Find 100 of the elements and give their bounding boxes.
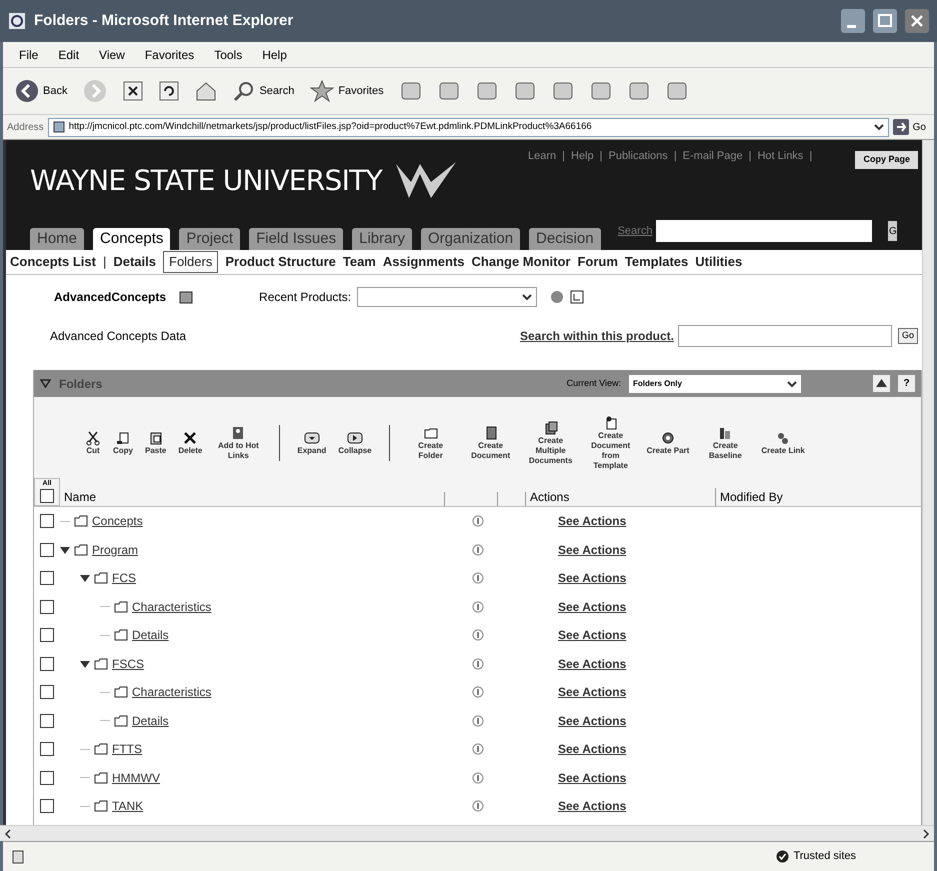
info-icon[interactable] (472, 658, 484, 670)
nav-tab[interactable]: Concepts (93, 228, 170, 250)
subnav-link[interactable]: Team (342, 252, 376, 272)
subnav-link[interactable]: Forum (577, 252, 618, 272)
current-view-dropdown[interactable]: Folders Only (629, 374, 801, 392)
menu-item[interactable]: Edit (58, 46, 80, 64)
row-checkbox[interactable] (40, 770, 54, 785)
see-actions-link[interactable]: See Actions (558, 712, 626, 730)
toolbar-button[interactable]: Create Multiple Documents (526, 420, 576, 466)
header-link[interactable]: Learn (528, 148, 556, 164)
row-checkbox[interactable] (40, 628, 54, 642)
folder-link[interactable]: Concepts (92, 512, 143, 530)
see-actions-link[interactable]: See Actions (558, 654, 626, 673)
row-checkbox[interactable] (40, 600, 54, 614)
subnav-link[interactable]: Assignments (382, 252, 465, 272)
menu-item[interactable]: File (19, 46, 38, 64)
row-checkbox[interactable] (40, 799, 54, 814)
see-actions-link[interactable]: See Actions (558, 768, 626, 787)
row-checkbox[interactable] (40, 542, 54, 557)
search-link[interactable]: Search (618, 222, 652, 240)
info-icon[interactable] (472, 600, 484, 613)
column-header[interactable]: Modified By (716, 488, 921, 506)
info-icon[interactable] (472, 572, 484, 584)
header-link[interactable]: E-mail Page (682, 148, 743, 164)
go-arrow-icon[interactable] (892, 119, 909, 135)
recent-products-dropdown[interactable] (357, 286, 538, 306)
subnav-link[interactable]: Templates (624, 252, 688, 272)
see-actions-link[interactable]: See Actions (558, 598, 626, 616)
folder-link[interactable]: Characteristics (132, 598, 212, 616)
info-icon[interactable] (472, 686, 484, 698)
back-button[interactable]: Back (43, 82, 68, 100)
folder-link[interactable]: FSCS (112, 654, 144, 673)
help-button[interactable]: ? (898, 375, 915, 392)
menu-item[interactable]: Tools (214, 46, 242, 64)
vertical-scrollbar[interactable] (922, 140, 934, 825)
folder-link[interactable]: HMMWV (112, 768, 160, 787)
see-actions-link[interactable]: See Actions (558, 569, 626, 588)
header-link[interactable]: Publications (608, 148, 668, 164)
collapse-triangle-icon[interactable] (40, 378, 51, 389)
see-actions-link[interactable]: See Actions (558, 683, 626, 702)
nav-tab[interactable]: Field Issues (249, 228, 344, 250)
nav-tab[interactable]: Project (179, 228, 240, 250)
header-link[interactable]: Help (571, 148, 594, 164)
search-button[interactable]: Search (259, 82, 294, 100)
menu-item[interactable]: Help (262, 46, 287, 64)
subnav-link[interactable]: Concepts List (10, 252, 96, 272)
toolbar-button[interactable]: Create Link (760, 430, 806, 456)
minimize-icon[interactable] (841, 9, 865, 33)
favorites-button[interactable]: Favorites (338, 82, 384, 100)
info-icon[interactable] (472, 743, 484, 756)
row-checkbox[interactable] (40, 571, 54, 586)
product-search-field[interactable] (678, 325, 892, 347)
info-icon[interactable] (472, 714, 484, 727)
nav-tab[interactable]: Organization (420, 228, 520, 250)
folder-link[interactable]: Details (132, 626, 169, 644)
folder-link[interactable]: TANK (112, 797, 144, 816)
row-checkbox[interactable] (40, 742, 54, 756)
row-checkbox[interactable] (40, 714, 54, 728)
folder-link[interactable]: FCS (112, 569, 136, 588)
folder-link[interactable]: Details (132, 712, 169, 730)
search-go-button[interactable]: G (888, 221, 898, 241)
row-checkbox[interactable] (40, 514, 54, 528)
see-actions-link[interactable]: See Actions (558, 797, 626, 816)
menu-item[interactable]: View (99, 46, 125, 64)
info-icon[interactable] (472, 772, 484, 784)
folder-link[interactable]: Program (92, 540, 138, 559)
go-button[interactable]: Go (912, 120, 930, 134)
menu-item[interactable]: Favorites (144, 46, 194, 64)
search-product-link[interactable]: Search within this product. (520, 327, 674, 345)
structure-icon[interactable] (569, 288, 586, 304)
subnav-link[interactable]: Product Structure (225, 252, 336, 272)
search-icon[interactable] (233, 80, 256, 102)
home-icon[interactable] (195, 81, 218, 101)
info-icon[interactable] (472, 629, 484, 642)
column-header[interactable]: Name (60, 488, 444, 506)
horizontal-scrollbar[interactable] (0, 825, 934, 841)
toolbar-button[interactable]: Create Part (646, 430, 690, 456)
toolbar-button[interactable]: Create Baseline (700, 425, 750, 461)
copy-page-button[interactable]: Copy Page (855, 151, 918, 168)
nav-tab[interactable]: Decision (529, 228, 601, 250)
address-field[interactable]: http://jmcnicol.ptc.com/Windchill/netmarkets/jsp/product/listFiles.jsp?oid=product%7Ewt.pdmlink.PDMLinkProduct%3A66166 (48, 118, 889, 136)
folder-link[interactable]: Characteristics (132, 683, 212, 702)
star-icon[interactable] (310, 80, 334, 102)
row-checkbox[interactable] (40, 656, 54, 671)
nav-tab[interactable]: Library (352, 228, 412, 250)
row-checkbox[interactable] (40, 685, 54, 700)
see-actions-link[interactable]: See Actions (558, 740, 626, 758)
subnav-link[interactable]: Change Monitor (472, 252, 570, 272)
select-all-checkbox[interactable] (40, 489, 54, 503)
subnav-link[interactable]: Details (113, 252, 156, 272)
go-button[interactable]: Go (898, 328, 918, 344)
search-field[interactable] (656, 220, 872, 242)
refresh-icon[interactable] (159, 81, 180, 101)
header-link[interactable]: Hot Links (757, 148, 804, 164)
toolbar-button[interactable]: Expand (296, 430, 328, 456)
toolbar-button[interactable]: Create Document from Template (586, 415, 636, 471)
info-icon[interactable] (472, 544, 484, 556)
see-actions-link[interactable]: See Actions (558, 540, 626, 559)
expanded-triangle-icon[interactable] (80, 573, 90, 584)
see-actions-link[interactable]: See Actions (558, 512, 626, 530)
